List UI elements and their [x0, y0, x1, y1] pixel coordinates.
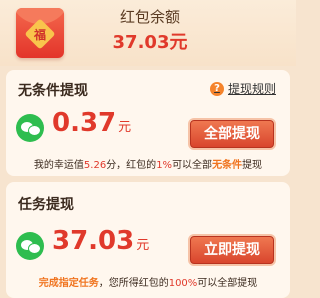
unconditional-amount-value: 0.37	[52, 108, 117, 138]
note-text: 分，红包的	[106, 160, 157, 171]
note-text: 我的幸运值	[33, 160, 84, 171]
question-icon: ?	[209, 81, 224, 96]
balance-label: 红包余额	[119, 8, 180, 26]
withdraw-rules-link[interactable]: ? 提现规则	[209, 80, 276, 97]
wechat-icon	[16, 114, 44, 142]
wechat-icon	[16, 232, 44, 260]
note-percent: 100%	[168, 278, 198, 289]
task-amount: 37.03 元	[52, 226, 149, 256]
withdraw-now-button[interactable]: 立即提现	[188, 234, 276, 266]
red-envelope-icon: 福	[16, 8, 64, 58]
unconditional-title: 无条件提现	[18, 83, 88, 99]
task-withdraw-card: 任务提现 37.03 元 立即提现 完成指定任务，您所得红包的100%可以全部提现	[6, 182, 290, 298]
note-text: 可以全部	[172, 160, 213, 171]
luck-value: 5.26	[83, 160, 107, 171]
note-highlight: 完成指定任务	[38, 278, 99, 289]
task-note: 完成指定任务，您所得红包的100%可以全部提现	[6, 274, 290, 289]
withdraw-rules-label: 提现规则	[227, 82, 276, 96]
balance-amount: 37.03元	[112, 32, 188, 53]
withdraw-all-button[interactable]: 全部提现	[188, 118, 276, 150]
unconditional-amount: 0.37 元	[52, 108, 131, 138]
task-amount-value: 37.03	[52, 226, 135, 256]
note-highlight: 无条件	[212, 160, 243, 171]
note-text: 提现	[242, 160, 263, 171]
note-text: ，您所得红包的	[98, 278, 169, 289]
task-title: 任务提现	[18, 197, 74, 213]
balance-header: 福 红包余额 37.03元	[0, 0, 296, 66]
note-percent: 1%	[156, 160, 173, 171]
unconditional-amount-unit: 元	[118, 120, 132, 135]
note-text: 可以全部提现	[197, 278, 258, 289]
fu-character: 福	[33, 28, 46, 42]
unconditional-withdraw-card: 无条件提现 ? 提现规则 0.37 元 全部提现 我的幸运值5.26分，红包的1%…	[6, 70, 290, 176]
unconditional-note: 我的幸运值5.26分，红包的1%可以全部无条件提现	[6, 156, 290, 171]
task-amount-unit: 元	[136, 238, 150, 253]
